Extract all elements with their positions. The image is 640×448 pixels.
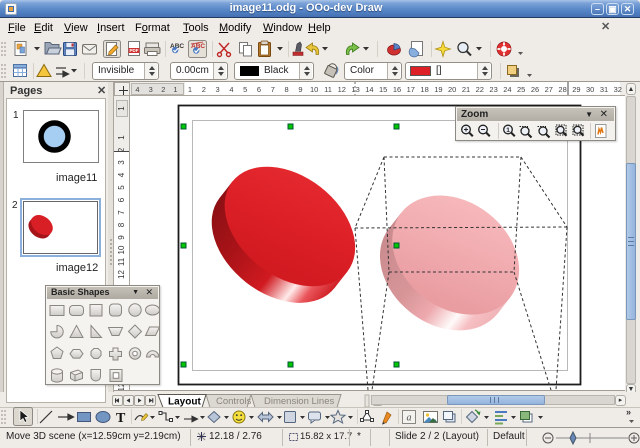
svg-text:2: 2 [161, 85, 165, 94]
svg-text:28: 28 [558, 85, 566, 94]
svg-text:Layout: Layout [168, 397, 201, 408]
svg-text:5: 5 [243, 85, 247, 94]
svg-text:Dimension Lines: Dimension Lines [264, 396, 334, 407]
svg-text:19: 19 [434, 85, 442, 94]
svg-text:18: 18 [420, 85, 428, 94]
svg-text:7: 7 [271, 85, 275, 94]
svg-text:1: 1 [506, 127, 510, 134]
svg-text:2: 2 [202, 85, 206, 94]
svg-text:4: 4 [229, 85, 233, 94]
svg-text:4: 4 [117, 172, 126, 177]
svg-text:27: 27 [545, 85, 553, 94]
svg-text:26: 26 [531, 85, 539, 94]
svg-text:10: 10 [310, 85, 318, 94]
svg-text:1: 1 [117, 106, 126, 111]
svg-text:3: 3 [216, 85, 220, 94]
svg-text:30: 30 [586, 85, 594, 94]
svg-text:12: 12 [338, 85, 346, 94]
svg-text:14: 14 [365, 85, 373, 94]
svg-text:23: 23 [489, 85, 497, 94]
svg-text:8: 8 [117, 222, 126, 227]
svg-text:8: 8 [285, 85, 289, 94]
svg-text:3: 3 [117, 160, 126, 165]
svg-text:6: 6 [117, 197, 126, 202]
svg-text:6: 6 [257, 85, 261, 94]
svg-text:4: 4 [135, 85, 139, 94]
svg-text:9: 9 [298, 85, 302, 94]
svg-text:11: 11 [324, 85, 332, 94]
svg-text:31: 31 [600, 85, 608, 94]
svg-text:3: 3 [149, 85, 153, 94]
svg-text:24: 24 [503, 85, 511, 94]
svg-text:13: 13 [351, 85, 359, 94]
svg-text:1: 1 [117, 135, 126, 140]
svg-text:22: 22 [476, 85, 484, 94]
svg-text:32: 32 [614, 85, 622, 94]
svg-text:11: 11 [117, 257, 126, 266]
svg-text:»: » [626, 407, 631, 417]
svg-text:7: 7 [117, 210, 126, 215]
svg-text:25: 25 [517, 85, 525, 94]
svg-text:1: 1 [173, 85, 177, 94]
svg-text:T: T [116, 411, 126, 426]
svg-text:9: 9 [117, 235, 126, 240]
svg-text:5: 5 [117, 185, 126, 190]
svg-text:20: 20 [448, 85, 456, 94]
svg-text:12: 12 [117, 270, 126, 279]
svg-text:1: 1 [188, 85, 192, 94]
svg-text:17: 17 [407, 85, 415, 94]
svg-text:21: 21 [462, 85, 470, 94]
svg-text:10: 10 [117, 245, 126, 254]
svg-text:29: 29 [572, 85, 580, 94]
svg-text:PDF: PDF [130, 48, 139, 53]
svg-text:15: 15 [379, 85, 387, 94]
svg-text:a: a [407, 413, 412, 424]
svg-text:16: 16 [393, 85, 401, 94]
svg-text:Controls: Controls [216, 396, 252, 407]
